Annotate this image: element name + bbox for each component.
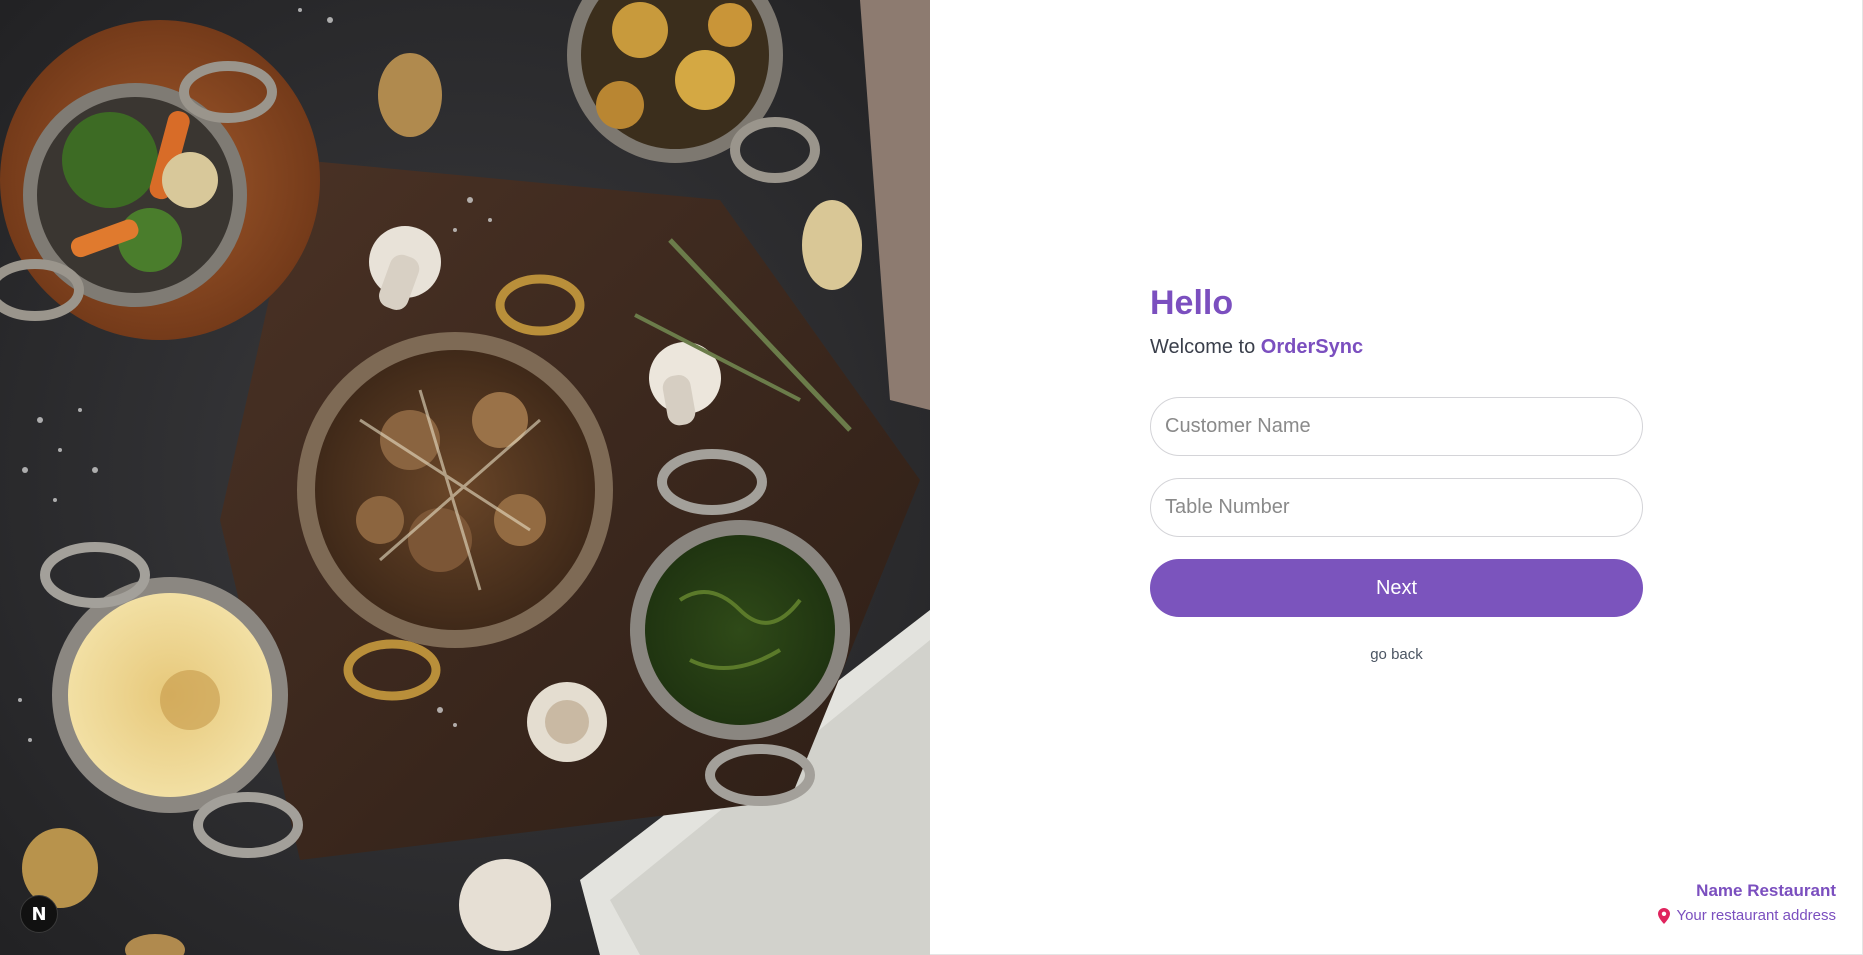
welcome-text: Welcome to OrderSync bbox=[1150, 334, 1643, 360]
table-number-input[interactable] bbox=[1150, 478, 1643, 537]
restaurant-address: Your restaurant address bbox=[1658, 906, 1836, 926]
restaurant-name: Name Restaurant bbox=[1696, 881, 1836, 900]
map-pin-icon bbox=[1658, 908, 1671, 924]
brand-name: OrderSync bbox=[1260, 336, 1364, 358]
customer-name-input[interactable] bbox=[1150, 397, 1643, 456]
welcome-panel: Hello Welcome to OrderSync Next go back … bbox=[930, 0, 1863, 955]
address-text: Your restaurant address bbox=[1676, 907, 1836, 924]
next-button[interactable]: Next bbox=[1150, 559, 1643, 617]
go-back-link[interactable]: go back bbox=[1150, 646, 1643, 663]
dev-badge-icon[interactable]: N bbox=[20, 895, 58, 933]
page-title: Hello bbox=[1150, 284, 1234, 322]
welcome-prefix: Welcome to bbox=[1150, 336, 1256, 358]
customer-form: Hello Welcome to OrderSync Next go back bbox=[1150, 282, 1643, 663]
food-illustration bbox=[0, 0, 930, 955]
restaurant-info: Name Restaurant Your restaurant address bbox=[1658, 880, 1836, 926]
hero-food-image: N bbox=[0, 0, 930, 955]
